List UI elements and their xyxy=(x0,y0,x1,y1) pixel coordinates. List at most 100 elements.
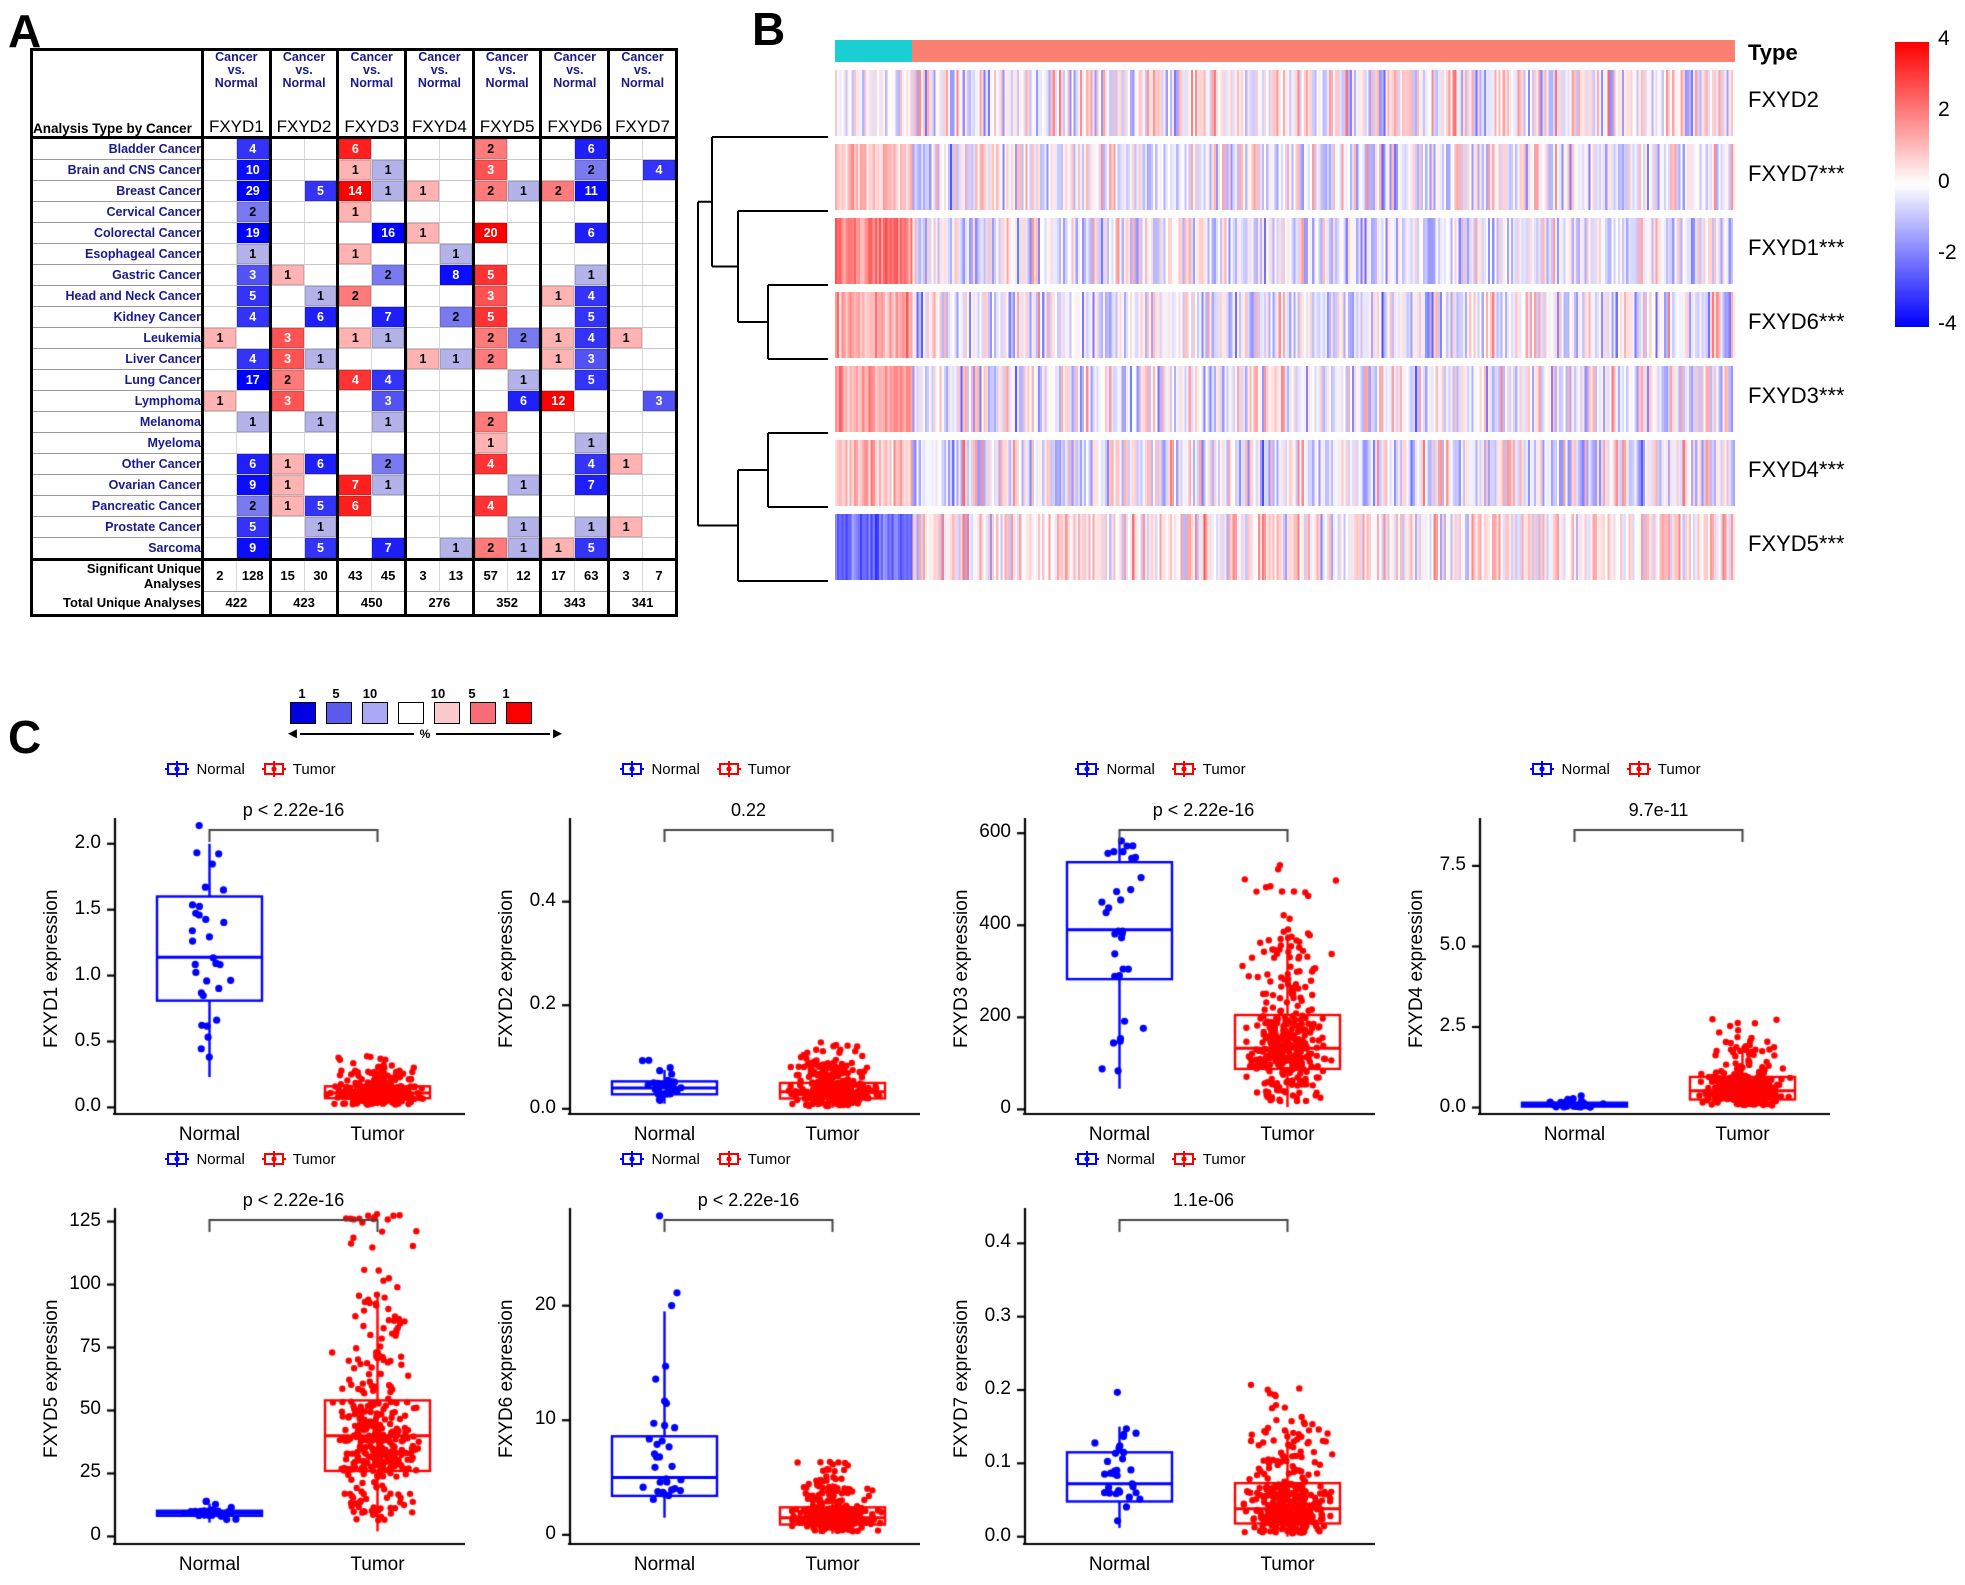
x-axis-tick-label: Tumor xyxy=(350,1124,405,1145)
table-cell xyxy=(202,159,237,182)
table-cell: 2 xyxy=(371,453,408,476)
table-cell: 1 xyxy=(371,411,408,434)
cancer-type-label: Pancreatic Cancer xyxy=(31,495,204,518)
table-cell: 6 xyxy=(507,390,543,413)
table-row: Melanoma 1 1 1 2 xyxy=(31,411,677,434)
total-count: 423 xyxy=(270,591,340,616)
table-cell xyxy=(270,411,305,434)
table-body: Bladder Cancer 4 6 2 6 Brain and CNS Cancer 10… xyxy=(31,137,677,616)
table-cell: 1 xyxy=(337,327,373,350)
table-color-legend: 1 5 10 10 5 1 ◄ % ► xyxy=(285,686,565,741)
table-cell: 1 xyxy=(574,264,611,287)
table-cell xyxy=(405,537,440,561)
legend-item-tumor: Tumor xyxy=(1171,760,1246,778)
table-cell xyxy=(270,537,305,561)
table-cell xyxy=(642,348,677,371)
table-row: Colorectal Cancer 19 16 1 20 6 xyxy=(31,222,677,245)
table-cell: 2 xyxy=(236,495,272,518)
table-cell xyxy=(574,495,611,518)
table-cell: 1 xyxy=(574,516,611,539)
table-cell xyxy=(337,306,373,329)
colorbar-tick: -2 xyxy=(1938,240,1957,264)
table-cell: 8 xyxy=(439,264,475,287)
legend-label: Tumor xyxy=(292,1150,336,1168)
boxplot-fxyd2: Normal Tumor 0.0 0.2 0.4 FXYD2 expression 0.22… xyxy=(490,760,920,1145)
table-cell xyxy=(405,474,440,497)
table-cell xyxy=(439,516,475,539)
table-cell xyxy=(540,411,576,434)
table-cell: 1 xyxy=(371,327,408,350)
table-row: Kidney Cancer 4 6 7 2 5 5 xyxy=(31,306,677,329)
boxplot-fxyd3: Normal Tumor 0 200 400 600 FXYD3 expression p <… xyxy=(945,760,1375,1145)
heatmap-row-label: FXYD5*** xyxy=(1748,531,1845,556)
table-cell xyxy=(270,180,305,203)
panel-label-c: C xyxy=(8,711,42,763)
cancer-type-label: Breast Cancer xyxy=(31,180,204,203)
y-axis-title: FXYD2 expression xyxy=(496,889,517,1049)
table-cell xyxy=(608,537,643,561)
heatmap-row-canvas xyxy=(835,144,1735,210)
table-cell: 1 xyxy=(270,474,305,497)
table-cell xyxy=(270,159,305,182)
cancer-type-label: Bladder Cancer xyxy=(31,137,204,161)
total-count: 422 xyxy=(202,591,272,616)
table-cell xyxy=(507,495,543,518)
table-cell: 7 xyxy=(574,474,611,497)
table-cell: 1 xyxy=(270,495,305,518)
table-cell xyxy=(202,180,237,203)
significant-count: 7 xyxy=(642,559,677,592)
x-axis-tick-label: Normal xyxy=(1088,1124,1151,1145)
table-cell xyxy=(337,264,373,287)
table-cell: 2 xyxy=(473,411,508,434)
table-cell xyxy=(337,222,373,245)
gene-name: FXYD2 xyxy=(276,117,332,137)
heatmap-row xyxy=(835,366,1735,432)
table-cell: 1 xyxy=(507,180,543,203)
table-cell: 1 xyxy=(507,474,543,497)
table-cell xyxy=(574,243,611,266)
table-cell: 2 xyxy=(507,327,543,350)
x-axis-tick-label: Normal xyxy=(178,1124,241,1145)
table-cell xyxy=(473,369,508,392)
table-cell: 3 xyxy=(642,390,677,413)
legend-swatch xyxy=(506,702,532,724)
table-cell: 2 xyxy=(473,327,508,350)
table-cell: 3 xyxy=(270,390,305,413)
legend-swatch xyxy=(326,702,352,724)
total-count: 352 xyxy=(473,591,543,616)
legend-box-icon xyxy=(261,1151,286,1167)
cancer-type-label: Leukemia xyxy=(31,327,204,350)
table-cell: 1 xyxy=(540,285,576,308)
table-cell xyxy=(202,285,237,308)
legend-swatch xyxy=(434,702,460,724)
legend-label: Tumor xyxy=(1202,1150,1246,1168)
table-cell: 4 xyxy=(574,285,611,308)
table-cell xyxy=(304,201,340,224)
boxplot-fxyd5: Normal Tumor 0 25 50 75 100 125 FXYD5 expression… xyxy=(35,1150,465,1575)
table-cell xyxy=(642,306,677,329)
table-row: Sarcoma 9 5 7 1 2 1 1 5 xyxy=(31,537,677,561)
x-axis-tick-label: Tumor xyxy=(805,1124,860,1145)
heatmap-row-label: FXYD7*** xyxy=(1748,161,1845,186)
table-cell xyxy=(642,264,677,287)
table-cell xyxy=(270,222,305,245)
table-cell xyxy=(304,390,340,413)
significant-analyses-row: Significant Unique Analyses 2 128 15 30 43 45 3… xyxy=(31,559,677,592)
legend-number: 1 xyxy=(298,686,306,701)
table-cell: 1 xyxy=(304,411,340,434)
table-cell xyxy=(439,432,475,455)
heatmap-row-canvas xyxy=(835,514,1735,580)
legend-label: Tumor xyxy=(747,760,791,778)
legend-box-icon xyxy=(165,761,190,777)
cancer-type-label: Other Cancer xyxy=(31,453,204,476)
table-cell: 6 xyxy=(337,495,373,518)
table-cell xyxy=(642,411,677,434)
table-cell xyxy=(540,201,576,224)
legend-item-normal: Normal xyxy=(164,760,245,778)
legend-number: 10 xyxy=(362,686,378,701)
total-count: 276 xyxy=(405,591,475,616)
table-cell xyxy=(574,411,611,434)
type-annotation-label: Type xyxy=(1748,40,1798,65)
table-cell xyxy=(202,201,237,224)
table-row: Pancreatic Cancer 2 1 5 6 4 xyxy=(31,495,677,518)
